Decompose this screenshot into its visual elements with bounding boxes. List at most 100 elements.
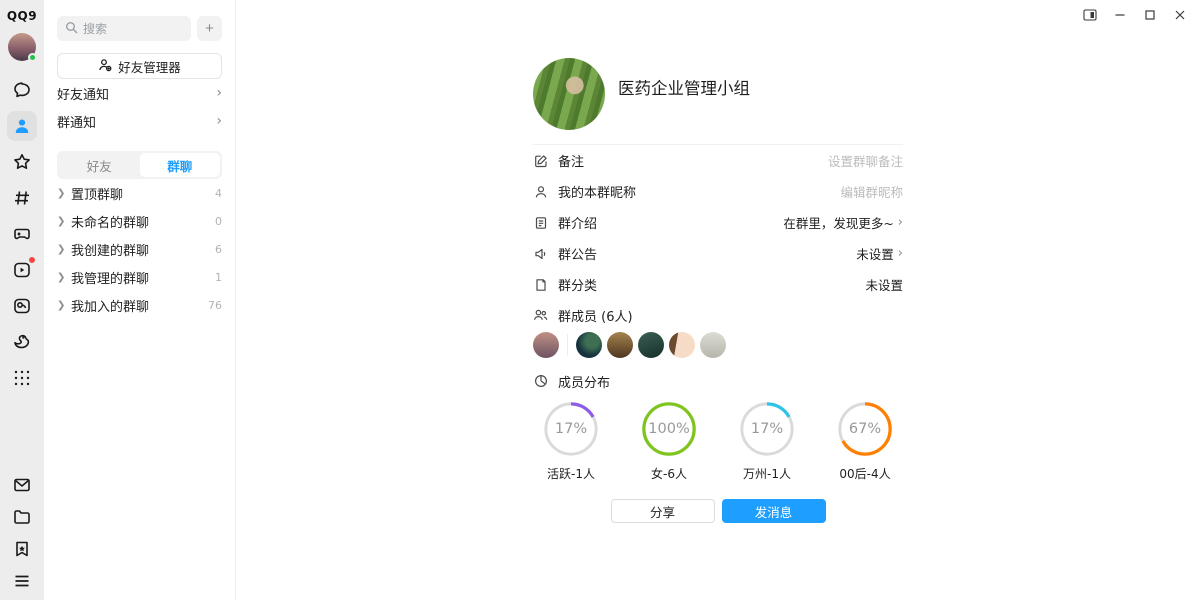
expand-chevron-icon: ❯ [57,244,71,255]
edit-icon [533,154,548,168]
friend-notice-row[interactable]: 好友通知 › [57,79,222,107]
search-icon [65,19,78,38]
add-button[interactable]: + [197,16,222,41]
field-value: 未设置 [865,275,903,294]
member-avatar[interactable] [533,332,559,358]
tab-friends[interactable]: 好友 [59,153,140,177]
expand-chevron-icon: ❯ [57,216,71,227]
speaker-icon [533,247,548,261]
expand-chevron-icon: ❯ [57,188,71,199]
star-icon[interactable] [7,147,37,177]
field-nickname[interactable]: 我的本群昵称 编辑群昵称 [533,176,903,207]
mail-icon[interactable] [7,470,37,500]
search-input[interactable] [83,22,183,36]
member-avatar-row [533,332,903,358]
group-category-count: 4 [215,187,222,200]
member-avatar[interactable] [607,332,633,358]
chevron-right-icon: › [216,113,222,129]
group-category-label: 我创建的群聊 [71,240,149,259]
chevron-right-icon: › [898,246,903,261]
tab-groups[interactable]: 群聊 [140,153,221,177]
goose-icon[interactable] [7,327,37,357]
owner-separator [567,334,568,356]
chevron-right-icon: › [216,85,222,101]
group-notice-row[interactable]: 群通知 › [57,107,222,135]
menu-icon[interactable] [7,566,37,596]
donut-label: 万州-1人 [743,465,791,482]
document-icon [533,216,548,230]
minimize-icon[interactable] [1108,4,1132,26]
member-avatar[interactable] [638,332,664,358]
donut-active[interactable]: 17% 活跃-1人 [533,400,609,482]
close-icon[interactable] [1168,4,1192,26]
donut-label: 00后-4人 [839,465,890,482]
field-announcement[interactable]: 群公告 未设置 › [533,238,903,269]
panel-icon[interactable] [1078,4,1102,26]
video-icon[interactable] [7,255,37,285]
field-remark[interactable]: 备注 设置群聊备注 [533,145,903,176]
share-button[interactable]: 分享 [611,499,715,523]
donut-percent: 100% [640,400,698,458]
member-avatar[interactable] [576,332,602,358]
search-box[interactable] [57,16,191,41]
tag-icon [533,278,548,292]
group-notice-label: 群通知 [57,112,96,131]
peek-box-icon[interactable] [7,291,37,321]
friend-manager-label: 好友管理器 [118,57,181,76]
qq-logo: QQ9 [7,9,37,23]
group-category-unnamed[interactable]: ❯ 未命名的群聊 0 [57,207,222,235]
members-label: 群成员 (6人) [558,306,633,325]
friend-manager-button[interactable]: 好友管理器 [57,53,222,79]
group-category-count: 76 [208,299,222,312]
field-value: 在群里，发现更多~ [783,213,893,232]
group-category-count: 1 [215,271,222,284]
group-category-label: 未命名的群聊 [71,212,149,231]
field-category[interactable]: 群分类 未设置 [533,269,903,300]
donut-percent: 17% [738,400,796,458]
send-message-button[interactable]: 发消息 [722,499,826,523]
friend-notice-label: 好友通知 [57,84,109,103]
contacts-icon[interactable] [7,111,37,141]
group-avatar[interactable] [533,58,605,130]
donut-age[interactable]: 67% 00后-4人 [827,400,903,482]
members-icon [533,308,548,322]
group-category-joined[interactable]: ❯ 我加入的群聊 76 [57,291,222,319]
group-category-managed[interactable]: ❯ 我管理的群聊 1 [57,263,222,291]
expand-chevron-icon: ❯ [57,272,71,283]
group-category-pinned[interactable]: ❯ 置顶群聊 4 [57,179,222,207]
user-avatar[interactable] [8,33,36,61]
member-avatar[interactable] [700,332,726,358]
field-value: 编辑群昵称 [840,182,903,201]
folder-icon[interactable] [7,502,37,532]
group-category-label: 我加入的群聊 [71,296,149,315]
group-category-count: 0 [215,215,222,228]
field-label: 群分类 [558,275,597,294]
distribution-label: 成员分布 [558,372,610,391]
donut-label: 女-6人 [651,465,687,482]
expand-chevron-icon: ❯ [57,300,71,311]
notification-badge [28,256,36,264]
group-category-label: 我管理的群聊 [71,268,149,287]
group-category-created[interactable]: ❯ 我创建的群聊 6 [57,235,222,263]
chevron-right-icon: › [898,215,903,230]
donut-region[interactable]: 17% 万州-1人 [729,400,805,482]
hash-icon[interactable] [7,183,37,213]
apps-grid-icon[interactable] [7,363,37,393]
chat-bubble-icon[interactable] [7,75,37,105]
contacts-panel: + 好友管理器 好友通知 › 群通知 › 好友 群聊 ❯ 置顶群聊 4 ❯ 未命… [44,0,236,600]
donut-female[interactable]: 100% 女-6人 [631,400,707,482]
maximize-icon[interactable] [1138,4,1162,26]
field-value: 设置群聊备注 [828,151,903,170]
contacts-tabs: 好友 群聊 [57,151,222,179]
distribution-section-header: 成员分布 [533,366,903,396]
bookmark-star-icon[interactable] [7,534,37,564]
field-label: 群介绍 [558,213,597,232]
field-label: 备注 [558,151,584,170]
window-controls [1078,4,1192,26]
group-name: 医药企业管理小组 [618,75,750,99]
group-profile-pane: 医药企业管理小组 备注 设置群聊备注 我的本群昵称 编辑群昵称 群介绍 在群里，… [236,0,1200,600]
donut-label: 活跃-1人 [547,465,595,482]
member-avatar[interactable] [669,332,695,358]
field-intro[interactable]: 群介绍 在群里，发现更多~ › [533,207,903,238]
game-icon[interactable] [7,219,37,249]
